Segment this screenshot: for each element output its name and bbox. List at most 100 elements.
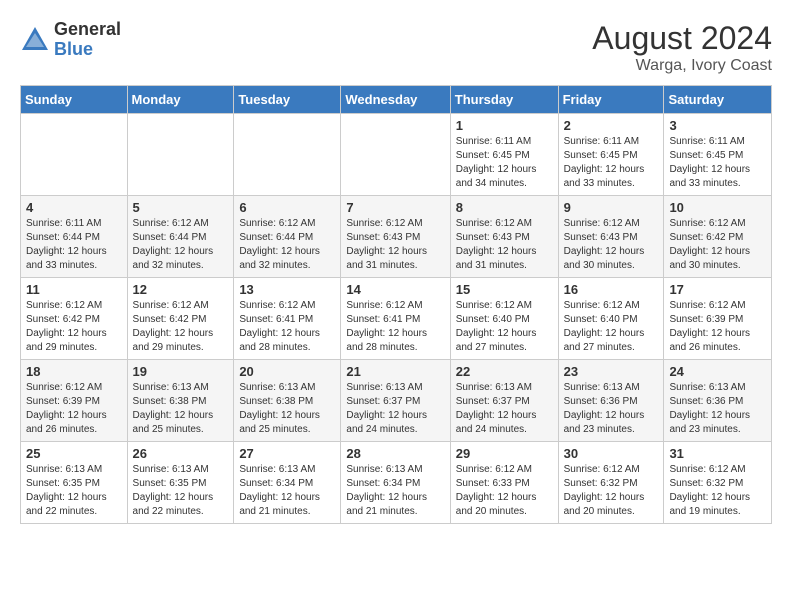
day-number: 8: [456, 200, 553, 215]
day-info: Sunrise: 6:13 AM Sunset: 6:37 PM Dayligh…: [456, 381, 553, 437]
calendar-cell: 25Sunrise: 6:13 AM Sunset: 6:35 PM Dayli…: [21, 442, 128, 524]
day-number: 24: [669, 364, 766, 379]
calendar-cell: 20Sunrise: 6:13 AM Sunset: 6:38 PM Dayli…: [234, 360, 341, 442]
month-year-title: August 2024: [592, 20, 772, 57]
day-info: Sunrise: 6:12 AM Sunset: 6:42 PM Dayligh…: [133, 299, 229, 355]
calendar-cell: 12 Sunrise: 6:12 AM Sunset: 6:42 PM Dayli…: [127, 278, 234, 360]
logo-icon: [20, 25, 50, 55]
day-number: 26: [133, 446, 229, 461]
day-number: 9: [564, 200, 659, 215]
day-info: Sunrise: 6:12 AM Sunset: 6:32 PM Dayligh…: [669, 463, 766, 519]
day-info: Sunrise: 6:13 AM Sunset: 6:36 PM Dayligh…: [564, 381, 659, 437]
day-info: Sunrise: 6:11 AM Sunset: 6:45 PM Dayligh…: [669, 135, 766, 191]
day-info: Sunrise: 6:12 AM Sunset: 6:40 PM Dayligh…: [564, 299, 659, 355]
day-info: Sunrise: 6:12 AM Sunset: 6:41 PM Dayligh…: [239, 299, 335, 355]
day-info: Sunrise: 6:13 AM Sunset: 6:34 PM Dayligh…: [346, 463, 444, 519]
day-number: 11: [26, 282, 122, 297]
calendar-cell: [234, 114, 341, 196]
day-number: 7: [346, 200, 444, 215]
logo-general-text: General: [54, 20, 121, 40]
day-info: Sunrise: 6:13 AM Sunset: 6:35 PM Dayligh…: [26, 463, 122, 519]
day-number: 30: [564, 446, 659, 461]
page-header: General Blue August 2024 Warga, Ivory Co…: [20, 20, 772, 75]
calendar-cell: 1 Sunrise: 6:11 AM Sunset: 6:45 PM Daylig…: [450, 114, 558, 196]
day-number: 3: [669, 118, 766, 133]
day-info: Sunrise: 6:12 AM Sunset: 6:44 PM Dayligh…: [239, 217, 335, 273]
day-info: Sunrise: 6:11 AM Sunset: 6:45 PM Dayligh…: [564, 135, 659, 191]
calendar-cell: 9Sunrise: 6:12 AM Sunset: 6:43 PM Daylig…: [558, 196, 664, 278]
day-number: 6: [239, 200, 335, 215]
day-number: 13: [239, 282, 335, 297]
day-number: 5: [133, 200, 229, 215]
calendar-cell: 2 Sunrise: 6:11 AM Sunset: 6:45 PM Daylig…: [558, 114, 664, 196]
logo-blue-text: Blue: [54, 40, 121, 60]
calendar-cell: 7 Sunrise: 6:12 AM Sunset: 6:43 PM Daylig…: [341, 196, 450, 278]
calendar-week-5: 25Sunrise: 6:13 AM Sunset: 6:35 PM Dayli…: [21, 442, 772, 524]
calendar-cell: 21 Sunrise: 6:13 AM Sunset: 6:37 PM Dayli…: [341, 360, 450, 442]
day-info: Sunrise: 6:12 AM Sunset: 6:39 PM Dayligh…: [669, 299, 766, 355]
calendar-cell: 31 Sunrise: 6:12 AM Sunset: 6:32 PM Dayli…: [664, 442, 772, 524]
day-number: 23: [564, 364, 659, 379]
day-info: Sunrise: 6:12 AM Sunset: 6:44 PM Dayligh…: [133, 217, 229, 273]
calendar-cell: 6 Sunrise: 6:12 AM Sunset: 6:44 PM Daylig…: [234, 196, 341, 278]
calendar-week-1: 1 Sunrise: 6:11 AM Sunset: 6:45 PM Daylig…: [21, 114, 772, 196]
day-number: 18: [26, 364, 122, 379]
calendar-cell: 18 Sunrise: 6:12 AM Sunset: 6:39 PM Dayli…: [21, 360, 128, 442]
day-number: 22: [456, 364, 553, 379]
day-info: Sunrise: 6:13 AM Sunset: 6:38 PM Dayligh…: [133, 381, 229, 437]
day-number: 27: [239, 446, 335, 461]
calendar-cell: 22 Sunrise: 6:13 AM Sunset: 6:37 PM Dayli…: [450, 360, 558, 442]
calendar-cell: 5 Sunrise: 6:12 AM Sunset: 6:44 PM Daylig…: [127, 196, 234, 278]
day-info: Sunrise: 6:13 AM Sunset: 6:36 PM Dayligh…: [669, 381, 766, 437]
calendar-cell: [127, 114, 234, 196]
calendar-cell: 8 Sunrise: 6:12 AM Sunset: 6:43 PM Daylig…: [450, 196, 558, 278]
col-header-sunday: Sunday: [21, 86, 128, 114]
calendar-cell: 13 Sunrise: 6:12 AM Sunset: 6:41 PM Dayli…: [234, 278, 341, 360]
day-info: Sunrise: 6:12 AM Sunset: 6:40 PM Dayligh…: [456, 299, 553, 355]
calendar-header-row: SundayMondayTuesdayWednesdayThursdayFrid…: [21, 86, 772, 114]
day-number: 14: [346, 282, 444, 297]
calendar-cell: 15 Sunrise: 6:12 AM Sunset: 6:40 PM Dayli…: [450, 278, 558, 360]
day-info: Sunrise: 6:13 AM Sunset: 6:34 PM Dayligh…: [239, 463, 335, 519]
day-info: Sunrise: 6:12 AM Sunset: 6:33 PM Dayligh…: [456, 463, 553, 519]
calendar-week-2: 4Sunrise: 6:11 AM Sunset: 6:44 PM Daylig…: [21, 196, 772, 278]
day-info: Sunrise: 6:12 AM Sunset: 6:43 PM Dayligh…: [456, 217, 553, 273]
day-number: 15: [456, 282, 553, 297]
calendar-cell: [21, 114, 128, 196]
title-block: August 2024 Warga, Ivory Coast: [592, 20, 772, 75]
day-info: Sunrise: 6:13 AM Sunset: 6:38 PM Dayligh…: [239, 381, 335, 437]
location-subtitle: Warga, Ivory Coast: [592, 57, 772, 75]
calendar-week-3: 11 Sunrise: 6:12 AM Sunset: 6:42 PM Dayli…: [21, 278, 772, 360]
day-number: 16: [564, 282, 659, 297]
calendar-cell: 30 Sunrise: 6:12 AM Sunset: 6:32 PM Dayli…: [558, 442, 664, 524]
calendar-cell: 26Sunrise: 6:13 AM Sunset: 6:35 PM Dayli…: [127, 442, 234, 524]
day-info: Sunrise: 6:12 AM Sunset: 6:39 PM Dayligh…: [26, 381, 122, 437]
col-header-thursday: Thursday: [450, 86, 558, 114]
day-info: Sunrise: 6:11 AM Sunset: 6:44 PM Dayligh…: [26, 217, 122, 273]
day-number: 10: [669, 200, 766, 215]
col-header-wednesday: Wednesday: [341, 86, 450, 114]
day-number: 19: [133, 364, 229, 379]
day-info: Sunrise: 6:12 AM Sunset: 6:42 PM Dayligh…: [26, 299, 122, 355]
calendar-cell: 16 Sunrise: 6:12 AM Sunset: 6:40 PM Dayli…: [558, 278, 664, 360]
day-number: 21: [346, 364, 444, 379]
col-header-saturday: Saturday: [664, 86, 772, 114]
day-number: 2: [564, 118, 659, 133]
col-header-tuesday: Tuesday: [234, 86, 341, 114]
day-info: Sunrise: 6:11 AM Sunset: 6:45 PM Dayligh…: [456, 135, 553, 191]
day-info: Sunrise: 6:13 AM Sunset: 6:37 PM Dayligh…: [346, 381, 444, 437]
calendar-cell: 10 Sunrise: 6:12 AM Sunset: 6:42 PM Dayli…: [664, 196, 772, 278]
day-number: 31: [669, 446, 766, 461]
day-info: Sunrise: 6:12 AM Sunset: 6:32 PM Dayligh…: [564, 463, 659, 519]
day-number: 1: [456, 118, 553, 133]
day-number: 29: [456, 446, 553, 461]
day-number: 28: [346, 446, 444, 461]
col-header-friday: Friday: [558, 86, 664, 114]
logo: General Blue: [20, 20, 121, 60]
calendar-cell: 27 Sunrise: 6:13 AM Sunset: 6:34 PM Dayli…: [234, 442, 341, 524]
day-number: 12: [133, 282, 229, 297]
day-info: Sunrise: 6:12 AM Sunset: 6:42 PM Dayligh…: [669, 217, 766, 273]
calendar-cell: 11 Sunrise: 6:12 AM Sunset: 6:42 PM Dayli…: [21, 278, 128, 360]
col-header-monday: Monday: [127, 86, 234, 114]
day-info: Sunrise: 6:12 AM Sunset: 6:43 PM Dayligh…: [346, 217, 444, 273]
